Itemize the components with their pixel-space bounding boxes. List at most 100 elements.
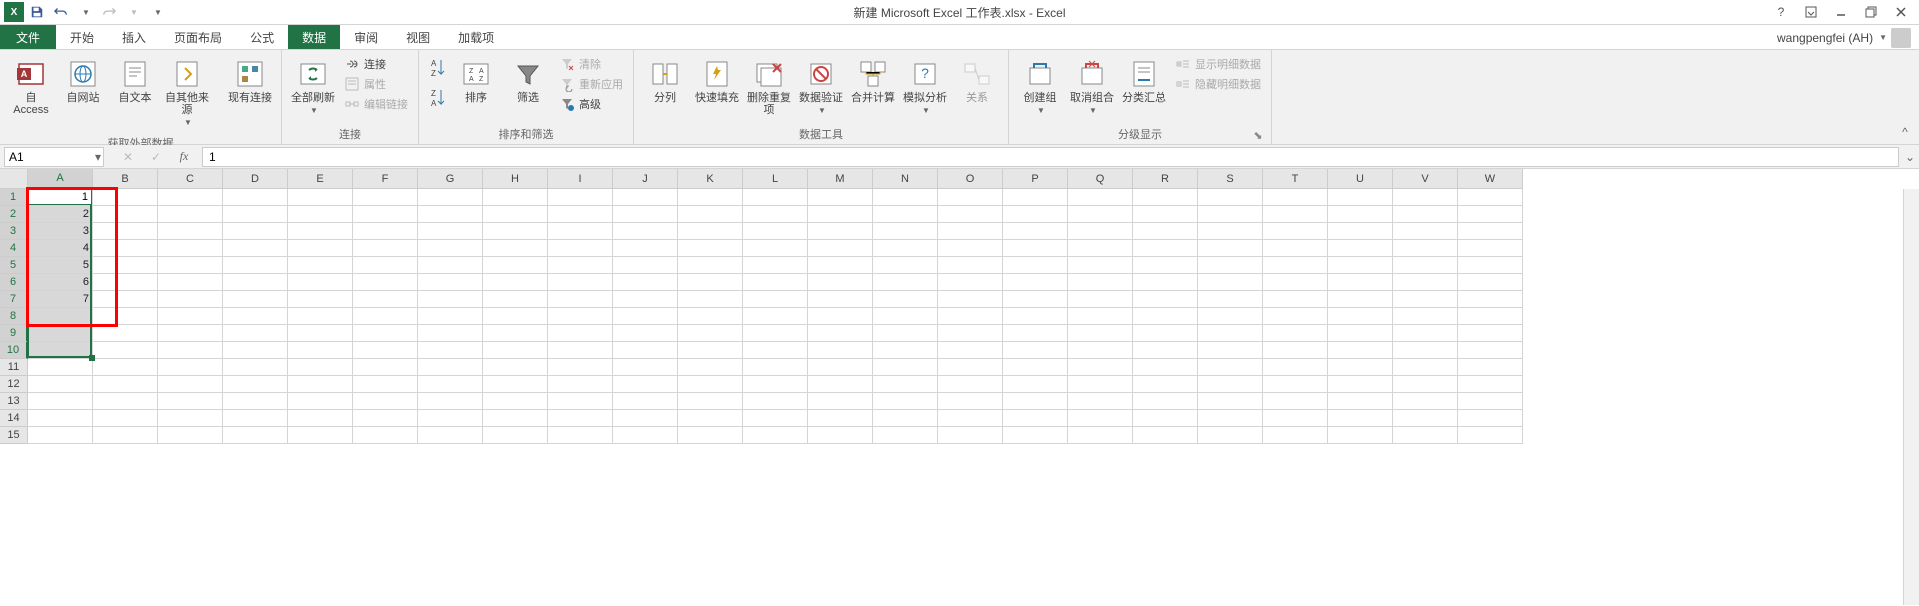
cell-V6[interactable]: [1393, 274, 1458, 291]
sort-desc-button[interactable]: ZA: [425, 84, 449, 112]
cell-V14[interactable]: [1393, 410, 1458, 427]
row-header-9[interactable]: 9: [0, 325, 28, 342]
cell-Q15[interactable]: [1068, 427, 1133, 444]
cell-M14[interactable]: [808, 410, 873, 427]
cell-M1[interactable]: [808, 189, 873, 206]
outline-launcher[interactable]: ⬊: [1251, 128, 1265, 142]
cell-I10[interactable]: [548, 342, 613, 359]
cell-V4[interactable]: [1393, 240, 1458, 257]
cell-Q3[interactable]: [1068, 223, 1133, 240]
cell-R1[interactable]: [1133, 189, 1198, 206]
cell-J1[interactable]: [613, 189, 678, 206]
cell-M11[interactable]: [808, 359, 873, 376]
cell-I1[interactable]: [548, 189, 613, 206]
cell-H14[interactable]: [483, 410, 548, 427]
col-header-O[interactable]: O: [938, 169, 1003, 189]
cell-E1[interactable]: [288, 189, 353, 206]
cell-K1[interactable]: [678, 189, 743, 206]
cell-E14[interactable]: [288, 410, 353, 427]
cell-S4[interactable]: [1198, 240, 1263, 257]
cell-F3[interactable]: [353, 223, 418, 240]
cell-U2[interactable]: [1328, 206, 1393, 223]
cell-C8[interactable]: [158, 308, 223, 325]
cell-M7[interactable]: [808, 291, 873, 308]
undo-dropdown[interactable]: ▼: [74, 1, 96, 23]
cell-D13[interactable]: [223, 393, 288, 410]
cell-F5[interactable]: [353, 257, 418, 274]
filter-button[interactable]: 筛选: [503, 54, 553, 108]
cell-R8[interactable]: [1133, 308, 1198, 325]
cell-J15[interactable]: [613, 427, 678, 444]
close-button[interactable]: [1887, 1, 1915, 23]
cell-K15[interactable]: [678, 427, 743, 444]
cell-C10[interactable]: [158, 342, 223, 359]
cell-S10[interactable]: [1198, 342, 1263, 359]
cell-P1[interactable]: [1003, 189, 1068, 206]
cell-H11[interactable]: [483, 359, 548, 376]
cell-L8[interactable]: [743, 308, 808, 325]
save-button[interactable]: [26, 1, 48, 23]
col-header-N[interactable]: N: [873, 169, 938, 189]
cell-D10[interactable]: [223, 342, 288, 359]
col-header-V[interactable]: V: [1393, 169, 1458, 189]
cell-G10[interactable]: [418, 342, 483, 359]
cell-S9[interactable]: [1198, 325, 1263, 342]
from-access-button[interactable]: A自 Access: [6, 54, 56, 120]
cell-O10[interactable]: [938, 342, 1003, 359]
cell-B15[interactable]: [93, 427, 158, 444]
cell-M12[interactable]: [808, 376, 873, 393]
cell-E13[interactable]: [288, 393, 353, 410]
cell-A5[interactable]: 5: [28, 257, 93, 274]
cell-G8[interactable]: [418, 308, 483, 325]
cell-F6[interactable]: [353, 274, 418, 291]
cell-O2[interactable]: [938, 206, 1003, 223]
cell-O7[interactable]: [938, 291, 1003, 308]
cell-B14[interactable]: [93, 410, 158, 427]
cell-O12[interactable]: [938, 376, 1003, 393]
tab-数据[interactable]: 数据: [288, 25, 340, 49]
cell-D4[interactable]: [223, 240, 288, 257]
cell-S1[interactable]: [1198, 189, 1263, 206]
cell-O11[interactable]: [938, 359, 1003, 376]
tab-视图[interactable]: 视图: [392, 25, 444, 49]
cell-H15[interactable]: [483, 427, 548, 444]
cell-C4[interactable]: [158, 240, 223, 257]
cell-H9[interactable]: [483, 325, 548, 342]
cell-Q5[interactable]: [1068, 257, 1133, 274]
cell-D6[interactable]: [223, 274, 288, 291]
col-header-B[interactable]: B: [93, 169, 158, 189]
cell-B5[interactable]: [93, 257, 158, 274]
cell-I9[interactable]: [548, 325, 613, 342]
cell-A10[interactable]: [28, 342, 93, 359]
cell-T12[interactable]: [1263, 376, 1328, 393]
cell-B10[interactable]: [93, 342, 158, 359]
cell-R15[interactable]: [1133, 427, 1198, 444]
cell-V10[interactable]: [1393, 342, 1458, 359]
row-header-14[interactable]: 14: [0, 410, 28, 427]
cell-Q2[interactable]: [1068, 206, 1133, 223]
cell-L12[interactable]: [743, 376, 808, 393]
cell-C14[interactable]: [158, 410, 223, 427]
cell-Q14[interactable]: [1068, 410, 1133, 427]
cell-D5[interactable]: [223, 257, 288, 274]
cell-T6[interactable]: [1263, 274, 1328, 291]
cell-A13[interactable]: [28, 393, 93, 410]
cell-O1[interactable]: [938, 189, 1003, 206]
cell-A8[interactable]: [28, 308, 93, 325]
cell-W12[interactable]: [1458, 376, 1523, 393]
advanced-filter-button[interactable]: 高级: [555, 94, 627, 114]
cell-U8[interactable]: [1328, 308, 1393, 325]
cell-A6[interactable]: 6: [28, 274, 93, 291]
cell-H3[interactable]: [483, 223, 548, 240]
cell-W5[interactable]: [1458, 257, 1523, 274]
cell-U4[interactable]: [1328, 240, 1393, 257]
cell-P9[interactable]: [1003, 325, 1068, 342]
cell-M2[interactable]: [808, 206, 873, 223]
cell-E15[interactable]: [288, 427, 353, 444]
cell-T7[interactable]: [1263, 291, 1328, 308]
cell-C15[interactable]: [158, 427, 223, 444]
cell-W11[interactable]: [1458, 359, 1523, 376]
cell-M5[interactable]: [808, 257, 873, 274]
cell-U15[interactable]: [1328, 427, 1393, 444]
cell-O14[interactable]: [938, 410, 1003, 427]
